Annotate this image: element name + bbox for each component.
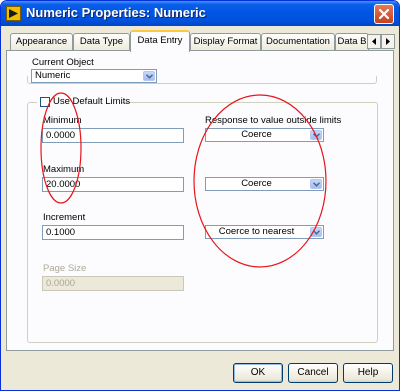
tab-data-binding[interactable]: Data B xyxy=(335,33,369,51)
help-button[interactable]: Help xyxy=(343,363,393,383)
increment-response-select[interactable]: Coerce to nearest xyxy=(205,225,324,239)
tab-appearance[interactable]: Appearance xyxy=(10,33,73,51)
cancel-button[interactable]: Cancel xyxy=(288,363,338,383)
page-size-input: 0.0000 xyxy=(42,276,184,291)
chevron-down-icon[interactable] xyxy=(310,179,322,189)
tab-scroll-right-button[interactable] xyxy=(381,34,395,49)
minimum-input[interactable]: 0.0000 xyxy=(42,128,184,143)
increment-input[interactable]: 0.1000 xyxy=(42,225,184,240)
current-object-group xyxy=(27,76,377,84)
maximum-response-value: Coerce xyxy=(241,178,272,189)
current-object-label: Current Object xyxy=(32,57,94,68)
use-default-limits-checkbox[interactable] xyxy=(40,97,50,107)
chevron-down-icon[interactable] xyxy=(310,227,322,237)
chevron-down-icon[interactable] xyxy=(310,130,322,140)
minimum-response-value: Coerce xyxy=(241,129,272,140)
properties-dialog: Numeric Properties: Numeric Appearance D… xyxy=(0,0,400,391)
close-button[interactable] xyxy=(374,4,394,24)
arrow-right-icon xyxy=(386,38,390,45)
tab-data-type[interactable]: Data Type xyxy=(73,33,130,51)
maximum-response-select[interactable]: Coerce xyxy=(205,177,324,191)
window-title: Numeric Properties: Numeric xyxy=(26,5,206,20)
page-size-label: Page Size xyxy=(43,263,87,274)
response-label: Response to value outside limits xyxy=(205,115,342,126)
arrow-left-icon xyxy=(372,38,376,45)
close-icon xyxy=(378,8,390,20)
use-default-limits-label[interactable]: Use Default Limits xyxy=(53,96,130,107)
tab-strip: Appearance Data Type Data Entry Display … xyxy=(1,29,399,52)
maximum-label: Maximum xyxy=(43,164,85,175)
tab-scroll-arrows xyxy=(367,34,395,49)
minimum-response-select[interactable]: Coerce xyxy=(205,128,324,142)
limits-group-header: Use Default Limits xyxy=(37,96,130,108)
increment-label: Increment xyxy=(43,212,86,223)
title-bar[interactable]: Numeric Properties: Numeric xyxy=(1,1,399,26)
ok-button[interactable]: OK xyxy=(233,363,283,383)
data-entry-panel: Current Object Numeric Use Default Limit… xyxy=(6,50,394,351)
tab-scroll-left-button[interactable] xyxy=(367,34,381,49)
minimum-label: Minimum xyxy=(43,115,82,126)
tab-documentation[interactable]: Documentation xyxy=(261,33,335,51)
maximum-input[interactable]: 20.0000 xyxy=(42,177,184,192)
labview-vi-icon[interactable] xyxy=(6,6,21,21)
tab-data-entry[interactable]: Data Entry xyxy=(130,30,190,52)
increment-response-value: Coerce to nearest xyxy=(218,226,295,237)
tab-display-format[interactable]: Display Format xyxy=(190,33,261,51)
